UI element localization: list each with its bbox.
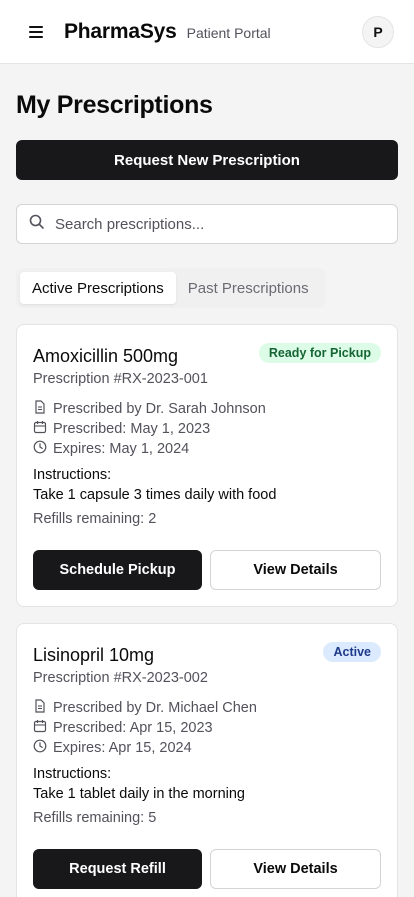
rx-number: Prescription #RX-2023-001 (33, 371, 208, 387)
prescribed-date: Prescribed: May 1, 2023 (53, 421, 211, 437)
calendar-icon (33, 420, 53, 438)
tab-past-prescriptions[interactable]: Past Prescriptions (176, 272, 321, 304)
clock-icon (33, 440, 53, 458)
prescriber: Prescribed by Dr. Sarah Johnson (53, 401, 266, 417)
request-new-prescription-button[interactable]: Request New Prescription (16, 140, 398, 180)
search-icon (29, 214, 45, 235)
prescribed-date: Prescribed: Apr 15, 2023 (53, 720, 213, 736)
request-refill-button[interactable]: Request Refill (33, 849, 202, 889)
expiry-date: Expires: May 1, 2024 (53, 441, 190, 457)
avatar[interactable]: P (362, 16, 394, 48)
schedule-pickup-button[interactable]: Schedule Pickup (33, 550, 202, 590)
instructions-label: Instructions: (33, 766, 112, 782)
drug-name: Amoxicillin 500mg (33, 346, 179, 366)
instructions-text: Take 1 tablet daily in the morning (33, 786, 245, 802)
expiry-date: Expires: Apr 15, 2024 (53, 740, 192, 756)
status-badge: Active (323, 642, 381, 662)
instructions-text: Take 1 capsule 3 times daily with food (33, 487, 277, 503)
document-icon (33, 699, 53, 717)
top-bar: PharmaSys Patient Portal P (0, 0, 414, 64)
rx-number: Prescription #RX-2023-002 (33, 670, 208, 686)
page-title: My Prescriptions (16, 91, 213, 119)
brand-subtitle: Patient Portal (186, 24, 271, 41)
tab-active-prescriptions[interactable]: Active Prescriptions (20, 272, 176, 304)
calendar-icon (33, 719, 53, 737)
prescription-tabs: Active Prescriptions Past Prescriptions (16, 268, 325, 308)
refills-remaining: Refills remaining: 5 (33, 810, 157, 826)
prescriber: Prescribed by Dr. Michael Chen (53, 700, 257, 716)
instructions-label: Instructions: (33, 467, 112, 483)
brand-name[interactable]: PharmaSys (64, 20, 177, 44)
document-icon (33, 400, 53, 418)
search-bar[interactable] (16, 204, 398, 244)
refills-remaining: Refills remaining: 2 (33, 511, 157, 527)
prescription-card: Amoxicillin 500mg Ready for Pickup Presc… (16, 324, 398, 607)
clock-icon (33, 739, 53, 757)
hamburger-menu-icon[interactable] (26, 22, 46, 42)
search-input[interactable] (55, 215, 375, 233)
drug-name: Lisinopril 10mg (33, 645, 155, 665)
prescription-card: Lisinopril 10mg Active Prescription #RX-… (16, 623, 398, 897)
status-badge: Ready for Pickup (258, 343, 381, 363)
view-details-button[interactable]: View Details (210, 550, 381, 590)
main-content: My Prescriptions Request New Prescriptio… (0, 91, 414, 897)
view-details-button[interactable]: View Details (210, 849, 381, 889)
